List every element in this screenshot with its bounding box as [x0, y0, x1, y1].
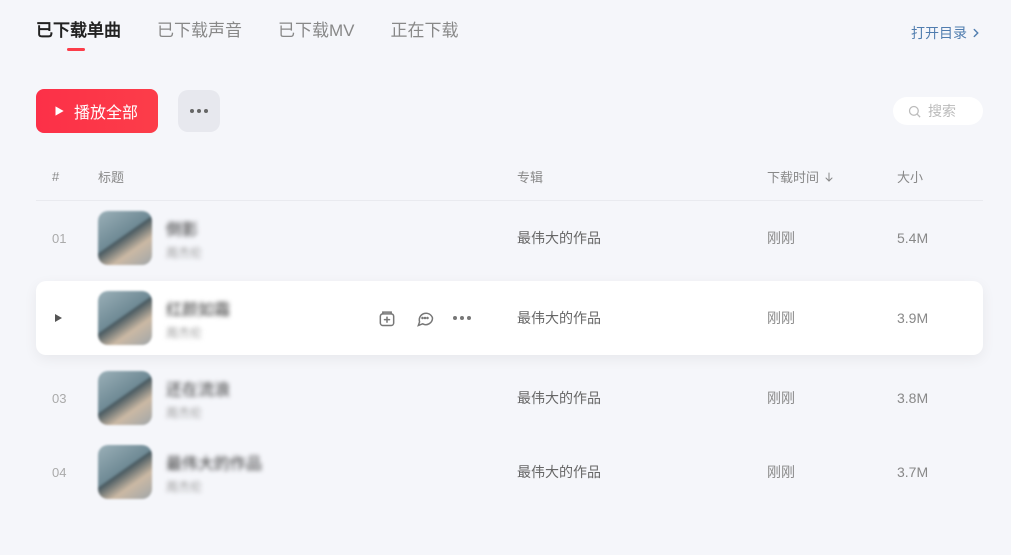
play-icon: [52, 312, 64, 324]
tab-downloading[interactable]: 正在下载: [391, 16, 459, 49]
row-more-button[interactable]: [453, 316, 471, 320]
add-to-playlist-icon: [377, 308, 397, 328]
song-artist: 周杰伦: [166, 324, 230, 341]
play-all-button[interactable]: 播放全部: [36, 89, 158, 133]
row-time: 刚刚: [767, 308, 897, 328]
row-time: 刚刚: [767, 462, 897, 482]
tabs: 已下载单曲 已下载声音 已下载MV 正在下载: [36, 16, 459, 49]
album-cover[interactable]: [98, 445, 152, 499]
album-cover[interactable]: [98, 211, 152, 265]
row-time: 刚刚: [767, 228, 897, 248]
chevron-right-icon: [969, 26, 983, 40]
song-title: 还在流浪: [166, 376, 230, 400]
col-size[interactable]: 大小: [897, 167, 967, 186]
album-cover[interactable]: [98, 291, 152, 345]
open-folder-link[interactable]: 打开目录: [911, 23, 983, 43]
song-artist: 周杰伦: [166, 478, 262, 495]
comment-button[interactable]: [415, 308, 435, 328]
row-index: 01: [52, 231, 98, 246]
tab-downloaded-sounds[interactable]: 已下载声音: [157, 16, 242, 49]
row-album[interactable]: 最伟大的作品: [517, 308, 767, 328]
song-artist: 周杰伦: [166, 404, 230, 421]
album-cover[interactable]: [98, 371, 152, 425]
col-title[interactable]: 标题: [98, 167, 517, 186]
row-album[interactable]: 最伟大的作品: [517, 228, 767, 248]
add-to-playlist-button[interactable]: [377, 308, 397, 328]
play-icon: [52, 104, 66, 118]
song-title: 最伟大的作品: [166, 450, 262, 474]
row-size: 3.8M: [897, 390, 967, 406]
search-box[interactable]: [893, 97, 983, 125]
row-more-icon: [453, 316, 471, 320]
tab-downloaded-songs[interactable]: 已下载单曲: [36, 16, 121, 49]
open-folder-label: 打开目录: [911, 23, 967, 43]
play-all-label: 播放全部: [74, 99, 138, 123]
table-row[interactable]: 04 最伟大的作品 周杰伦 最伟大的作品 刚刚 3.7M: [36, 435, 983, 509]
tab-downloaded-mv[interactable]: 已下载MV: [278, 16, 355, 49]
row-size: 5.4M: [897, 230, 967, 246]
row-index: 04: [52, 465, 98, 480]
row-album[interactable]: 最伟大的作品: [517, 462, 767, 482]
song-title: 倒影: [166, 216, 202, 240]
song-title: 红颜如霜: [166, 296, 230, 320]
search-input[interactable]: [928, 103, 968, 119]
row-album[interactable]: 最伟大的作品: [517, 388, 767, 408]
row-time: 刚刚: [767, 388, 897, 408]
table-row[interactable]: 红颜如霜 周杰伦 最伟大的作品 刚刚 3.9M: [36, 281, 983, 355]
table-body: 01 倒影 周杰伦 最伟大的作品 刚刚 5.4M: [36, 201, 983, 509]
row-index: [52, 312, 98, 324]
row-index: 03: [52, 391, 98, 406]
comment-icon: [415, 308, 435, 328]
col-time-label: 下载时间: [767, 167, 819, 186]
table-row[interactable]: 03 还在流浪 周杰伦 最伟大的作品 刚刚 3.8M: [36, 361, 983, 435]
row-actions: [377, 308, 517, 328]
table-row[interactable]: 01 倒影 周杰伦 最伟大的作品 刚刚 5.4M: [36, 201, 983, 275]
sort-desc-icon: [823, 171, 835, 183]
song-artist: 周杰伦: [166, 244, 202, 261]
ellipsis-icon: [190, 109, 208, 113]
col-time[interactable]: 下载时间: [767, 167, 897, 186]
col-album[interactable]: 专辑: [517, 167, 767, 186]
more-actions-button[interactable]: [178, 90, 220, 132]
search-icon: [907, 104, 922, 119]
row-size: 3.7M: [897, 464, 967, 480]
col-index: #: [52, 169, 98, 184]
table-header: # 标题 专辑 下载时间 大小: [36, 167, 983, 201]
row-size: 3.9M: [897, 310, 967, 326]
